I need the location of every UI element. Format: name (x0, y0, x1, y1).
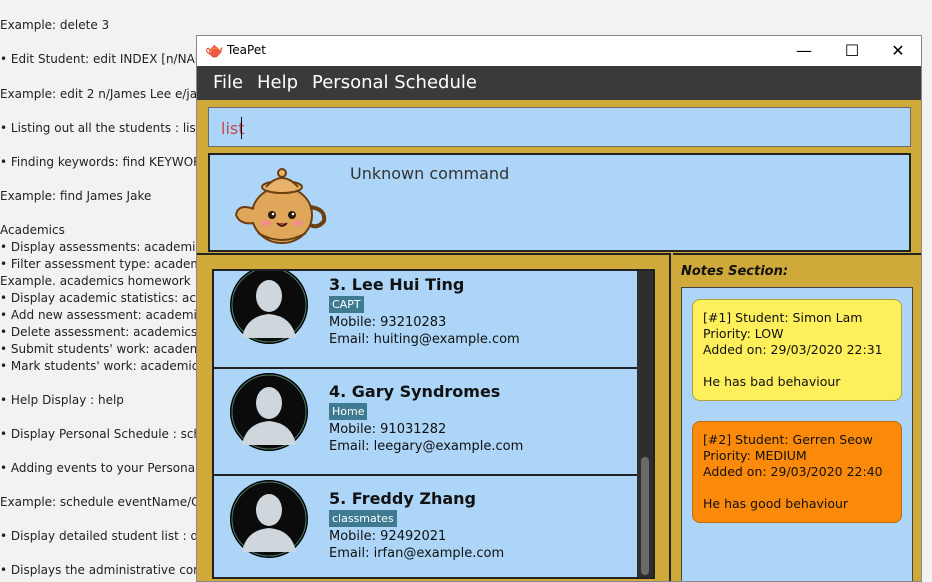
student-email: Email: leegary@example.com (329, 439, 524, 454)
student-card[interactable]: 4. Gary Syndromes Home Mobile: 91031282 … (214, 369, 637, 476)
help-text-line: Academics (0, 223, 65, 237)
note-body: He has good behaviour (703, 496, 849, 511)
help-text-line: • Display assessments: academics (0, 240, 209, 254)
menu-file[interactable]: File (213, 72, 243, 93)
note-priority: Priority: LOW (703, 326, 784, 341)
avatar-icon (230, 271, 308, 344)
note-header: [#2] Student: Gerren Seow (703, 432, 873, 447)
help-text-line: Example: find James Jake (0, 189, 152, 203)
student-mobile: Mobile: 93210283 (329, 315, 447, 330)
note-added: Added on: 29/03/2020 22:31 (703, 342, 883, 357)
help-text-line: Example: schedule eventName/Consu (0, 495, 229, 509)
student-list[interactable]: 3. Lee Hui Ting CAPT Mobile: 93210283 Em… (212, 269, 655, 579)
avatar-icon (230, 373, 308, 451)
note-body: He has bad behaviour (703, 374, 841, 389)
teapot-app-icon: 🫖 (205, 42, 224, 59)
student-tag: CAPT (329, 296, 364, 313)
note-card[interactable]: [#1] Student: Simon Lam Priority: LOW Ad… (692, 299, 902, 401)
teapot-mascot-icon (234, 168, 327, 244)
result-message: Unknown command (350, 164, 510, 183)
window-title: TeaPet (227, 43, 266, 57)
help-text-line: • Mark students' work: academics ma (0, 359, 228, 373)
student-email: Email: irfan@example.com (329, 546, 505, 561)
help-text-line: • Edit Student: edit INDEX [n/NAME] (0, 52, 218, 66)
student-list-pane: 3. Lee Hui Ting CAPT Mobile: 93210283 Em… (197, 253, 671, 581)
main-content: list Unknown command 3. Lee Hui Ting CAP… (197, 100, 921, 581)
notes-pane: Notes Section: [#1] Student: Simon Lam P… (673, 253, 921, 581)
list-scrollbar[interactable] (637, 271, 653, 577)
menu-help[interactable]: Help (257, 72, 298, 93)
teapet-window: 🫖 TeaPet — ☐ ✕ File Help Personal Schedu… (196, 35, 922, 582)
help-text-line: Example: delete 3 (0, 18, 110, 32)
scrollbar-thumb[interactable] (641, 457, 649, 575)
help-text-line: • Displays the administrative content (0, 563, 226, 577)
student-email: Email: huiting@example.com (329, 332, 520, 347)
student-mobile: Mobile: 92492021 (329, 529, 447, 544)
student-name: 4. Gary Syndromes (329, 382, 501, 401)
notes-title: Notes Section: (681, 264, 789, 279)
student-tag: classmates (329, 510, 397, 527)
menu-personal-schedule[interactable]: Personal Schedule (312, 72, 477, 93)
student-name: 5. Freddy Zhang (329, 489, 476, 508)
text-caret (241, 117, 242, 139)
notes-list[interactable]: [#1] Student: Simon Lam Priority: LOW Ad… (681, 287, 913, 581)
close-button[interactable]: ✕ (875, 36, 921, 66)
student-card[interactable]: 5. Freddy Zhang classmates Mobile: 92492… (214, 476, 637, 577)
student-name: 3. Lee Hui Ting (329, 275, 465, 294)
minimize-button[interactable]: — (781, 36, 827, 66)
note-card[interactable]: [#2] Student: Gerren Seow Priority: MEDI… (692, 421, 902, 523)
avatar-icon (230, 480, 308, 558)
menu-bar: File Help Personal Schedule (197, 66, 921, 100)
help-text-line: • Finding keywords: find KEYWORD(S) (0, 155, 228, 169)
student-card[interactable]: 3. Lee Hui Ting CAPT Mobile: 93210283 Em… (214, 271, 637, 369)
help-text-line: Example: edit 2 n/James Lee e/jamesl (0, 87, 226, 101)
command-input[interactable]: list (208, 107, 911, 147)
help-text-line: Example. academics homework (0, 274, 191, 288)
note-header: [#1] Student: Simon Lam (703, 310, 863, 325)
student-mobile: Mobile: 91031282 (329, 422, 447, 437)
result-display: Unknown command (208, 153, 911, 252)
maximize-button[interactable]: ☐ (829, 36, 875, 66)
student-tag: Home (329, 403, 368, 420)
help-text-line: • Listing out all the students : list (0, 121, 201, 135)
note-added: Added on: 29/03/2020 22:40 (703, 464, 883, 479)
help-text-line: • Help Display : help (0, 393, 124, 407)
title-bar: 🫖 TeaPet — ☐ ✕ (197, 36, 921, 66)
note-priority: Priority: MEDIUM (703, 448, 807, 463)
